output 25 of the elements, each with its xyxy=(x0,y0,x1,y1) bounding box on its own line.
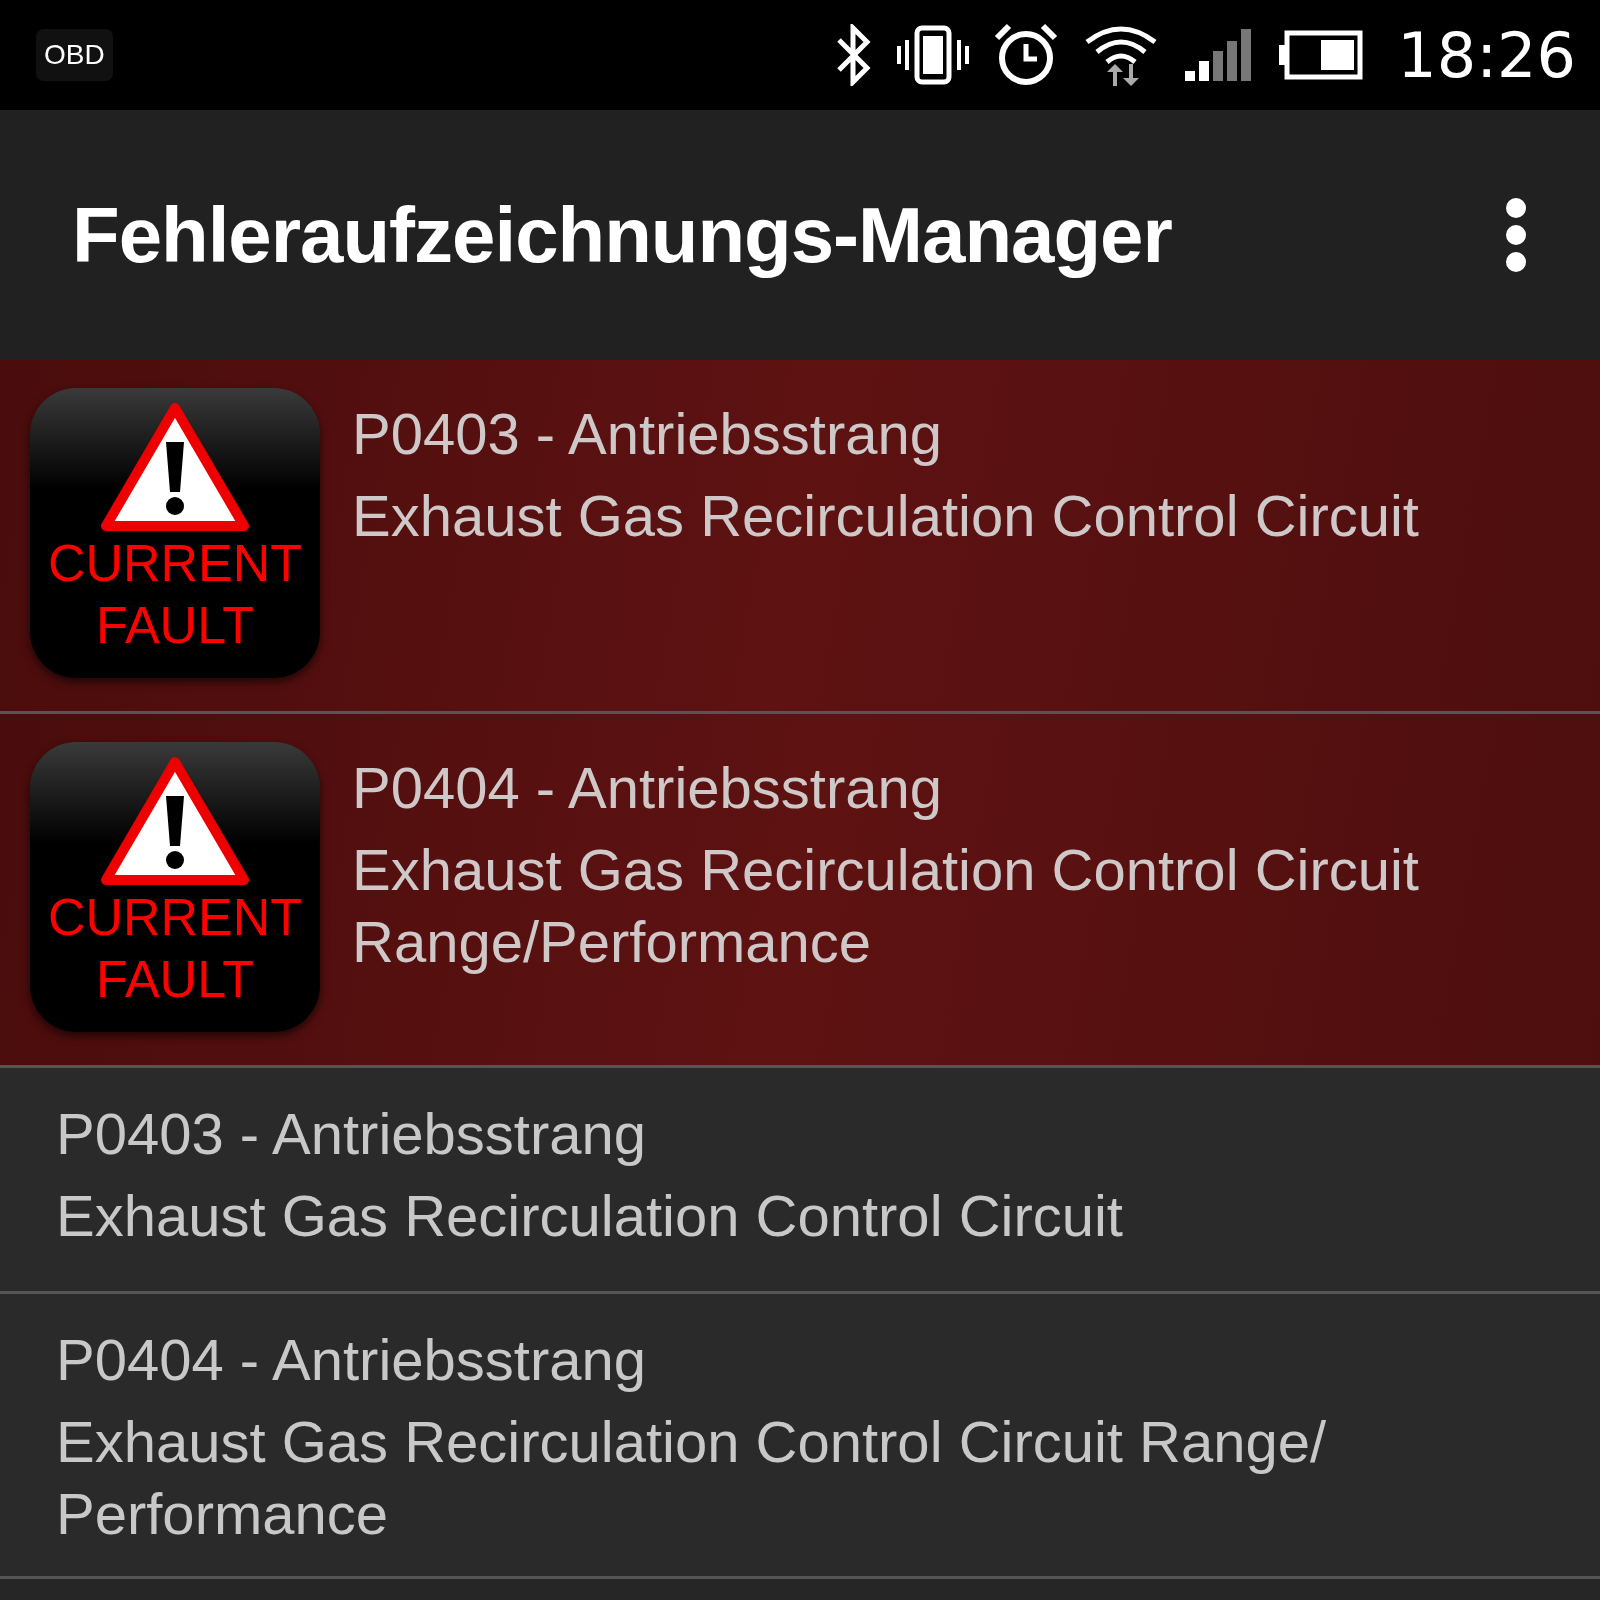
fault-list-item[interactable]: P0403 - Antriebsstrang Exhaust Gas Recirculation Control Circuit xyxy=(0,1068,1600,1294)
fault-code: P0403 - Antriebsstrang xyxy=(56,1100,648,1168)
fault-code: P0404 - Antriebsstrang xyxy=(56,1326,648,1394)
fault-description: Exhaust Gas Recirculation Control Circuit Range/ Performance xyxy=(56,1408,1328,1548)
badge-text: FAULT xyxy=(96,595,254,656)
fault-code: P0403 - Antriebsstrang xyxy=(352,400,944,468)
warning-icon xyxy=(100,756,250,886)
fault-list-item[interactable]: CURRENT FAULT P0403 - Antriebsstrang Exhaust Gas Recirculation Control Circuit xyxy=(0,360,1600,714)
fault-code: P0404 - Antriebsstrang xyxy=(352,754,944,822)
warning-icon xyxy=(100,402,250,532)
signal-icon xyxy=(1183,27,1254,83)
fault-list-item[interactable]: P0404 - Antriebsstrang Exhaust Gas Recirculation Control Circuit Range/ Performance xyxy=(0,1294,1600,1579)
vibrate-icon xyxy=(897,24,970,86)
badge-text: CURRENT xyxy=(47,533,303,594)
screen-title: Fehleraufzeichnungs-Manager xyxy=(72,189,1172,281)
alarm-icon xyxy=(993,22,1060,88)
app-label: OBD xyxy=(36,29,113,81)
badge-text: CURRENT xyxy=(47,887,303,948)
overflow-menu-icon[interactable] xyxy=(1504,197,1528,273)
fault-description: Exhaust Gas Recirculation Control Circuit xyxy=(56,1182,1123,1250)
fault-description: Exhaust Gas Recirculation Control Circuit Range/Performance xyxy=(352,836,1420,976)
badge-text: FAULT xyxy=(96,949,254,1010)
battery-icon xyxy=(1277,30,1364,80)
clock-time: 18:26 xyxy=(1397,18,1576,92)
fault-description: Exhaust Gas Recirculation Control Circuit xyxy=(352,482,1419,550)
